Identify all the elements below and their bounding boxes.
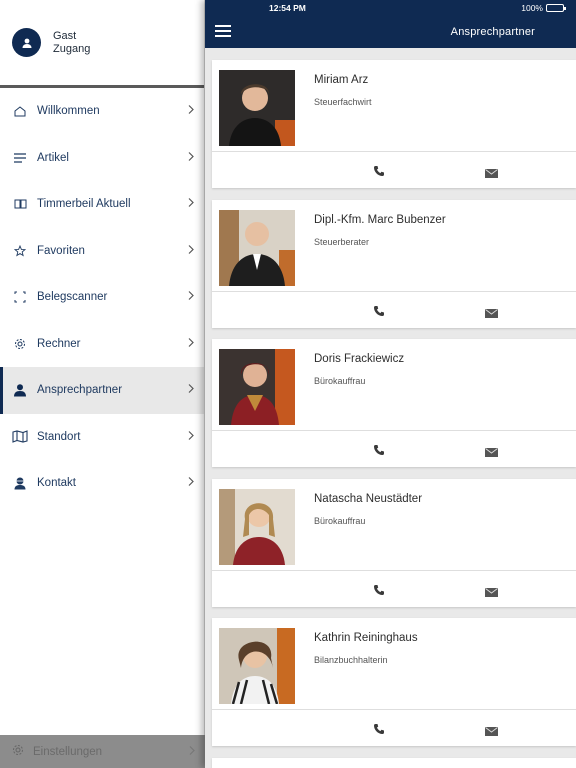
contact-card[interactable]: Kathrin Reininghaus Bilanzbuchhalterin (212, 618, 576, 746)
home-icon (12, 103, 28, 119)
battery-indicator: 100% (521, 3, 566, 13)
top-bar: 12:54 PM 100% Ansprechpartner (205, 0, 576, 48)
contact-name: Doris Frackiewicz (314, 353, 405, 365)
chevron-right-icon (188, 105, 194, 118)
sidebar-item-ansprechpartner[interactable]: Ansprechpartner (0, 367, 204, 414)
battery-percent: 100% (521, 3, 543, 13)
sidebar-item-standort[interactable]: Standort (0, 414, 204, 461)
star-icon (12, 243, 28, 259)
page-title: Ansprechpartner (450, 26, 535, 38)
gear-icon (12, 336, 28, 352)
book-icon (12, 196, 28, 212)
sidebar: Gast Zugang Willkommen Artikel Timmerbei… (0, 0, 205, 768)
user-name: Gast (53, 29, 77, 42)
contact-name: Kathrin Reininghaus (314, 632, 418, 644)
contact-role: Steuerfachwirt (314, 97, 372, 107)
app: Gast Zugang Willkommen Artikel Timmerbei… (0, 0, 576, 768)
hamburger-menu-icon[interactable] (215, 25, 231, 37)
contact-role: Bürokauffrau (314, 376, 366, 386)
contact-icon (12, 475, 28, 491)
status-bar: 12:54 PM 100% (205, 3, 576, 14)
sidebar-item-willkommen[interactable]: Willkommen (0, 88, 204, 135)
battery-icon (546, 4, 566, 12)
contact-name: Natascha Neustädter (314, 492, 423, 505)
sidebar-item-label: Kontakt (37, 477, 76, 490)
chevron-right-icon (188, 430, 194, 443)
sidebar-item-label: Artikel (37, 151, 69, 164)
sidebar-item-kontakt[interactable]: Kontakt (0, 460, 204, 507)
phone-icon[interactable] (373, 443, 385, 461)
chevron-right-icon (188, 291, 194, 304)
mail-icon[interactable] (485, 305, 498, 323)
mail-icon[interactable] (485, 444, 498, 462)
contact-role: Bilanzbuchhalterin (314, 655, 388, 665)
contact-role: Steuerberater (314, 236, 370, 247)
mail-icon[interactable] (485, 584, 498, 602)
user-type: Zugang (53, 42, 91, 55)
chevron-right-icon (188, 477, 194, 490)
contact-name: Dipl.-Kfm. Marc Bubenzer (314, 213, 446, 226)
contact-photo (219, 349, 295, 425)
sidebar-item-label: Favoriten (37, 244, 85, 257)
contact-photo (219, 628, 295, 704)
sidebar-item-label: Willkommen (37, 105, 100, 118)
settings-gear-icon (12, 744, 24, 759)
sidebar-item-favoriten[interactable]: Favoriten (0, 228, 204, 275)
nav-menu: Willkommen Artikel Timmerbeil Aktuell Fa… (0, 88, 204, 507)
phone-icon[interactable] (373, 164, 385, 182)
chevron-right-icon (188, 337, 194, 350)
sidebar-item-rechner[interactable]: Rechner (0, 321, 204, 368)
sidebar-item-label: Belegscanner (37, 291, 108, 304)
sidebar-item-label: Standort (37, 430, 81, 443)
contact-list: Miriam Arz Steuerfachwirt Dipl.-Kfm. Mar… (212, 60, 576, 768)
settings-label: Einstellungen (33, 745, 103, 758)
contact-photo (219, 488, 295, 565)
phone-icon[interactable] (373, 583, 385, 601)
chevron-right-icon (188, 384, 194, 397)
contact-card[interactable]: Dipl.-Kfm. Marc Bubenzer Steuerberater (212, 199, 576, 328)
person-icon (12, 382, 28, 398)
sidebar-item-label: Timmerbeil Aktuell (37, 198, 131, 211)
sidebar-item-einstellungen[interactable]: Einstellungen (0, 735, 205, 768)
map-icon (12, 429, 28, 445)
chevron-right-icon (189, 745, 195, 758)
contact-card[interactable]: Miriam Arz Steuerfachwirt (212, 60, 576, 188)
contact-role: Bürokauffrau (314, 515, 366, 526)
chevron-right-icon (188, 151, 194, 164)
chevron-right-icon (188, 198, 194, 211)
contact-card[interactable]: Doris Frackiewicz Bürokauffrau (212, 339, 576, 467)
user-avatar-icon (12, 28, 41, 57)
mail-icon[interactable] (485, 723, 498, 741)
sidebar-item-timmerbeil-aktuell[interactable]: Timmerbeil Aktuell (0, 181, 204, 228)
contact-photo (219, 209, 295, 286)
chevron-right-icon (188, 244, 194, 257)
user-profile[interactable]: Gast Zugang (0, 0, 204, 88)
sidebar-item-belegscanner[interactable]: Belegscanner (0, 274, 204, 321)
scan-icon (12, 289, 28, 305)
sidebar-item-artikel[interactable]: Artikel (0, 135, 204, 182)
list-icon (12, 150, 28, 166)
phone-icon[interactable] (373, 722, 385, 740)
contact-card-partial[interactable] (212, 757, 576, 768)
phone-icon[interactable] (373, 304, 385, 322)
contact-name: Miriam Arz (314, 74, 369, 86)
main-content: 12:54 PM 100% Ansprechpartner Miriam Arz… (205, 0, 576, 768)
mail-icon[interactable] (485, 165, 498, 183)
status-time: 12:54 PM (269, 3, 306, 13)
sidebar-item-label: Ansprechpartner (37, 384, 123, 397)
contact-card[interactable]: Natascha Neustädter Bürokauffrau (212, 478, 576, 607)
sidebar-item-label: Rechner (37, 337, 81, 350)
contact-photo (219, 70, 295, 146)
